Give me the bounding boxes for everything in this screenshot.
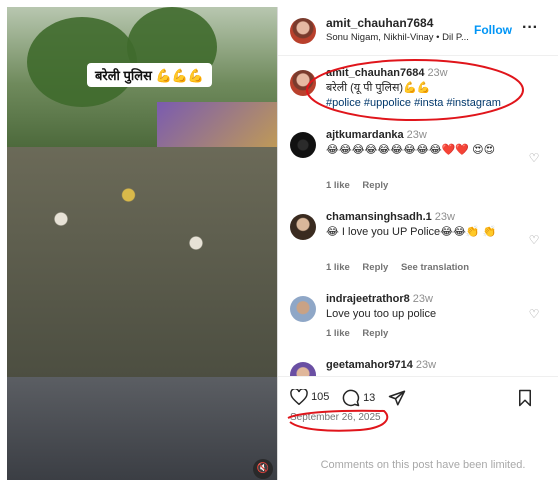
comment-time[interactable]: 23w — [416, 359, 436, 371]
comment-time[interactable]: 23w — [407, 129, 427, 141]
like-count[interactable]: 105 — [311, 391, 329, 403]
avatar[interactable] — [290, 214, 316, 240]
avatar[interactable] — [290, 70, 316, 96]
comment-meta: 1 like Reply — [326, 180, 398, 191]
caption-text: बरेली (यू पी पुलिस)💪💪 — [326, 82, 431, 94]
comments-list[interactable]: amit_chauhan7684 23w बरेली (यू पी पुलिस)💪… — [278, 56, 558, 376]
comment-time[interactable]: 23w — [435, 211, 455, 223]
instagram-post-modal: बरेली पुलिस 💪💪💪 🔇 amit_chauhan7684 Sonu … — [0, 0, 558, 480]
share-button[interactable] — [388, 389, 406, 407]
comment-username[interactable]: indrajeetrathor8 — [326, 293, 410, 305]
crowd-scene — [7, 147, 277, 387]
road-scene — [7, 377, 277, 480]
comment-text: Love you too up police — [326, 308, 437, 320]
comment-count[interactable]: 13 — [363, 392, 375, 404]
comments-limited-notice: Comments on this post have been limited. — [320, 459, 526, 471]
post-video[interactable]: बरेली पुलिस 💪💪💪 🔇 — [7, 7, 277, 480]
list-item: geetamahor9714 23w — [290, 358, 540, 376]
post-caption: amit_chauhan7684 23w बरेली (यू पी पुलिस)💪… — [290, 66, 540, 116]
video-caption: बरेली पुलिस 💪💪💪 — [87, 63, 213, 87]
heart-icon[interactable]: ♡ — [528, 152, 540, 164]
comment-username[interactable]: ajtkumardanka — [326, 129, 404, 141]
post-actions: 105 13 September 26, 2025 Comments on th… — [278, 376, 558, 481]
header-username[interactable]: amit_chauhan7684 — [326, 16, 433, 30]
comment-likes[interactable]: 1 like — [326, 262, 350, 273]
audio-subtitle[interactable]: Sonu Nigam, Nikhil-Vinay • Dil P... — [326, 32, 476, 43]
avatar[interactable] — [290, 362, 316, 376]
ellipsis-icon[interactable]: ··· — [522, 19, 538, 37]
comment-text: 😂😂😂😂😂😂😂😂😂❤️❤️ 😍😍 — [326, 144, 496, 156]
comment-meta: 1 like Reply — [326, 328, 398, 339]
heart-icon[interactable] — [290, 389, 308, 405]
reply-button[interactable]: Reply — [362, 328, 388, 339]
comment-meta: 1 like Reply See translation — [326, 262, 479, 273]
heart-icon[interactable]: ♡ — [528, 308, 540, 320]
reply-button[interactable]: Reply — [362, 262, 388, 273]
heart-icon[interactable]: ♡ — [528, 234, 540, 246]
post-header: amit_chauhan7684 Sonu Nigam, Nikhil-Vina… — [278, 7, 558, 56]
save-button[interactable] — [518, 389, 532, 407]
speaker-muted-icon[interactable]: 🔇 — [253, 459, 273, 479]
caption-username[interactable]: amit_chauhan7684 — [326, 67, 424, 79]
comment-username[interactable]: chamansinghsadh.1 — [326, 211, 432, 223]
comment-time[interactable]: 23w — [413, 293, 433, 305]
tree-shape — [27, 17, 137, 107]
send-icon[interactable] — [388, 389, 406, 407]
comment-likes[interactable]: 1 like — [326, 180, 350, 191]
see-translation-link[interactable]: See translation — [401, 262, 469, 273]
like-button[interactable]: 105 — [290, 389, 329, 405]
reply-button[interactable]: Reply — [362, 180, 388, 191]
list-item: ajtkumardanka 23w 😂😂😂😂😂😂😂😂😂❤️❤️ 😍😍 ♡ 1 li… — [290, 128, 540, 194]
comment-bubble-icon[interactable] — [342, 389, 360, 407]
list-item: chamansinghsadh.1 23w 😂 I love you UP Pol… — [290, 210, 540, 276]
avatar[interactable] — [290, 132, 316, 158]
follow-button[interactable]: Follow — [474, 23, 512, 37]
comment-username[interactable]: geetamahor9714 — [326, 359, 413, 371]
caption-hashtags[interactable]: #police #uppolice #insta #instagram — [326, 96, 516, 111]
caption-time[interactable]: 23w — [427, 67, 447, 79]
avatar[interactable] — [290, 296, 316, 322]
list-item: indrajeetrathor8 23w Love you too up poli… — [290, 292, 540, 358]
comment-button[interactable]: 13 — [342, 389, 375, 407]
comment-text: 😂 I love you UP Police😂😂👏 👏 — [326, 226, 497, 238]
bookmark-icon[interactable] — [518, 389, 532, 407]
post-date[interactable]: September 26, 2025 — [290, 412, 381, 423]
avatar[interactable] — [290, 18, 316, 44]
comment-likes[interactable]: 1 like — [326, 328, 350, 339]
